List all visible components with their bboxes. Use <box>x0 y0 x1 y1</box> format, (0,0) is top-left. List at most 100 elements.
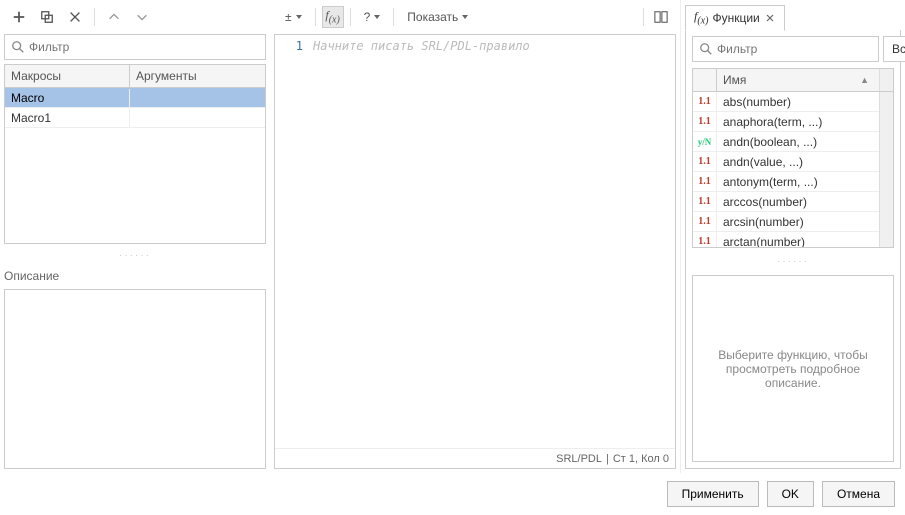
col-macros-header[interactable]: Макросы <box>5 65 130 87</box>
macros-table: Макросы Аргументы Macro1 <box>4 64 266 244</box>
add-button[interactable] <box>8 6 30 28</box>
func-signature: anaphora(term, ...) <box>717 115 879 129</box>
func-type-icon: y/N <box>693 132 717 151</box>
list-item[interactable]: y/Nandn(boolean, ...) <box>693 132 879 152</box>
col-name-header[interactable]: Имя ▲ <box>717 69 879 91</box>
chevron-down-icon <box>374 15 380 19</box>
layout-button[interactable] <box>650 6 672 28</box>
code-editor: 1 Начните писать SRL/PDL-правило SRL/PDL… <box>274 34 676 469</box>
move-up-button[interactable] <box>103 6 125 28</box>
ok-button[interactable]: OK <box>767 481 814 507</box>
tab-functions[interactable]: f(x) Функции <box>685 5 785 30</box>
chevron-down-icon <box>296 15 302 19</box>
apply-button[interactable]: Применить <box>667 481 759 507</box>
plus-minus-dropdown[interactable]: ± <box>278 6 309 28</box>
fx-button[interactable]: f(x) <box>322 6 344 28</box>
line-gutter: 1 <box>275 35 309 448</box>
chevron-up-icon <box>107 10 121 24</box>
func-type-icon: 1.1 <box>693 152 717 171</box>
separator <box>315 8 316 26</box>
chevron-down-icon <box>135 10 149 24</box>
macro-args-cell[interactable] <box>130 96 265 100</box>
functions-filter-input[interactable] <box>717 42 872 56</box>
list-item[interactable]: 1.1antonym(term, ...) <box>693 172 879 192</box>
list-item[interactable]: 1.1anaphora(term, ...) <box>693 112 879 132</box>
func-type-icon: 1.1 <box>693 232 717 247</box>
func-signature: arccos(number) <box>717 195 879 209</box>
description-label: Описание <box>4 267 266 285</box>
col-name-label: Имя <box>723 73 746 87</box>
macros-filter[interactable] <box>4 34 266 60</box>
tab-close-button[interactable] <box>764 12 776 24</box>
right-tabbar: f(x) Функции <box>685 4 901 30</box>
scrollbar[interactable] <box>879 92 893 247</box>
dialog-buttons: Применить OK Отмена <box>0 473 905 515</box>
func-signature: antonym(term, ...) <box>717 175 879 189</box>
editor-statusbar: SRL/PDL | Ст 1, Кол 0 <box>275 448 675 468</box>
list-item[interactable]: 1.1arctan(number) <box>693 232 879 247</box>
macro-name-input[interactable] <box>11 91 123 105</box>
status-position: Ст 1, Кол 0 <box>613 453 669 465</box>
fx-icon: f(x) <box>325 8 339 25</box>
sort-asc-icon: ▲ <box>860 75 873 85</box>
copy-icon <box>40 10 54 24</box>
resize-handle[interactable]: ······ <box>4 248 266 263</box>
close-icon <box>766 14 774 22</box>
function-description: Выберите функцию, чтобы просмотреть подр… <box>692 275 894 462</box>
list-item[interactable]: 1.1arccos(number) <box>693 192 879 212</box>
table-row[interactable] <box>5 88 265 108</box>
func-signature: arcsin(number) <box>717 215 879 229</box>
functions-filter[interactable] <box>692 36 879 62</box>
tab-label: Функции <box>712 11 759 25</box>
func-type-icon: 1.1 <box>693 172 717 191</box>
plus-icon <box>12 10 26 24</box>
functions-list[interactable]: 1.1abs(number) 1.1anaphora(term, ...) y/… <box>693 92 879 247</box>
macro-name-cell[interactable]: Macro1 <box>5 109 130 127</box>
search-icon <box>11 40 25 54</box>
cancel-button[interactable]: Отмена <box>822 481 895 507</box>
list-item[interactable]: 1.1abs(number) <box>693 92 879 112</box>
fx-icon: f(x) <box>694 9 708 26</box>
functions-table: Имя ▲ 1.1abs(number) 1.1anaphora(term, .… <box>692 68 894 248</box>
show-label: Показать <box>407 10 458 24</box>
help-dropdown[interactable]: ? <box>357 6 388 28</box>
func-signature: andn(value, ...) <box>717 155 879 169</box>
macros-filter-input[interactable] <box>29 40 259 54</box>
list-item[interactable]: 1.1arcsin(number) <box>693 212 879 232</box>
plus-minus-icon: ± <box>285 10 292 24</box>
delete-button[interactable] <box>64 6 86 28</box>
table-row[interactable]: Macro1 <box>5 108 265 128</box>
layout-icon <box>654 10 668 24</box>
search-icon <box>699 42 713 56</box>
func-type-icon: 1.1 <box>693 212 717 231</box>
func-signature: andn(boolean, ...) <box>717 135 879 149</box>
func-type-icon: 1.1 <box>693 112 717 131</box>
func-type-icon: 1.1 <box>693 92 717 111</box>
func-signature: arctan(number) <box>717 235 879 248</box>
scroll-corner <box>879 69 893 91</box>
copy-button[interactable] <box>36 6 58 28</box>
func-signature: abs(number) <box>717 95 879 109</box>
macros-table-body[interactable]: Macro1 <box>5 88 265 243</box>
code-textarea[interactable]: Начните писать SRL/PDL-правило <box>309 35 675 448</box>
resize-handle[interactable]: ······ <box>692 254 894 269</box>
separator <box>94 8 95 26</box>
col-args-header[interactable]: Аргументы <box>130 65 265 87</box>
question-icon: ? <box>364 10 371 24</box>
chevron-down-icon <box>462 15 468 19</box>
macro-args-cell[interactable] <box>130 116 265 120</box>
description-box[interactable] <box>4 289 266 469</box>
move-down-button[interactable] <box>131 6 153 28</box>
functions-scope-select[interactable]: Все функции <box>883 36 905 62</box>
col-icon-header[interactable] <box>693 69 717 91</box>
separator <box>350 8 351 26</box>
macros-toolbar <box>4 4 266 30</box>
close-icon <box>68 10 82 24</box>
list-item[interactable]: 1.1andn(value, ...) <box>693 152 879 172</box>
separator <box>393 8 394 26</box>
status-lang: SRL/PDL <box>556 453 602 465</box>
status-sep: | <box>606 453 609 465</box>
func-type-icon: 1.1 <box>693 192 717 211</box>
show-dropdown[interactable]: Показать <box>400 6 475 28</box>
scope-label: Все функции <box>892 42 905 56</box>
